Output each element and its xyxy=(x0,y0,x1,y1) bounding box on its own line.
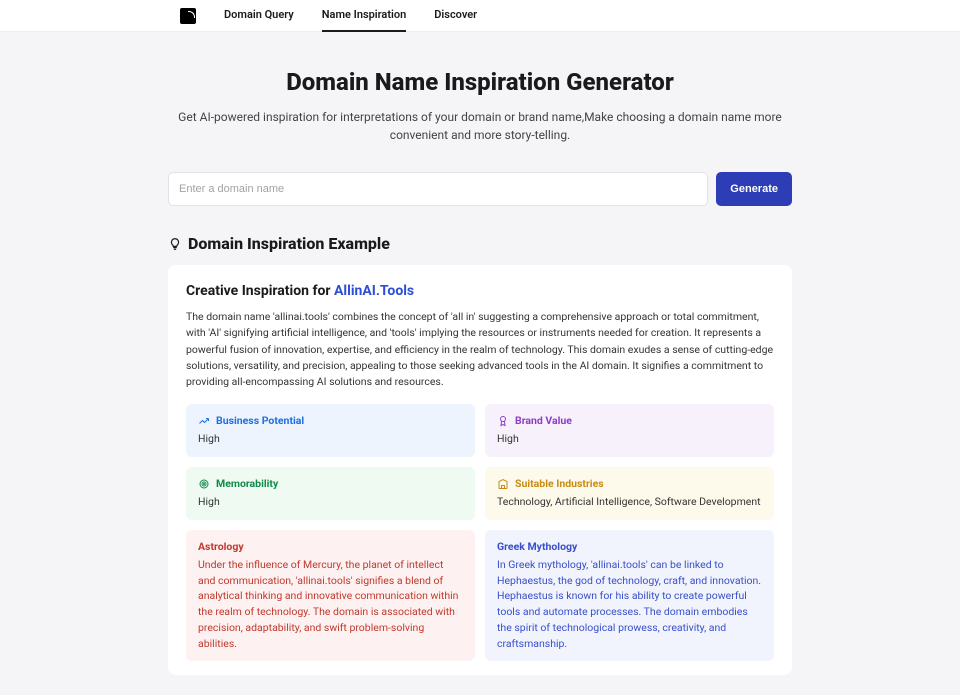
metric-astrology: Astrology Under the influence of Mercury… xyxy=(186,530,475,662)
trend-up-icon xyxy=(198,415,210,427)
nav-discover[interactable]: Discover xyxy=(434,0,477,32)
example-heading-text: Domain Inspiration Example xyxy=(188,234,390,253)
page-title: Domain Name Inspiration Generator xyxy=(168,68,792,96)
page-subtitle: Get AI-powered inspiration for interpret… xyxy=(168,108,792,144)
metric-greek-mythology: Greek Mythology In Greek mythology, 'all… xyxy=(485,530,774,662)
metric-suitable-industries: Suitable Industries Technology, Artifici… xyxy=(485,467,774,520)
nav-name-inspiration[interactable]: Name Inspiration xyxy=(322,0,407,32)
search-row: Generate xyxy=(168,172,792,206)
brand-link[interactable]: AllinAI.Tools xyxy=(334,283,414,299)
target-icon xyxy=(198,478,210,490)
example-card: Creative Inspiration for AllinAI.Tools T… xyxy=(168,265,792,675)
metric-brand-value: Brand Value High xyxy=(485,404,774,457)
building-icon xyxy=(497,478,509,490)
metric-memorability: Memorability High xyxy=(186,467,475,520)
metric-business-potential: Business Potential High xyxy=(186,404,475,457)
domain-input[interactable] xyxy=(168,172,708,206)
generate-button[interactable]: Generate xyxy=(716,172,792,206)
lightbulb-icon xyxy=(168,237,182,251)
inspiration-title: Creative Inspiration for AllinAI.Tools xyxy=(186,283,774,299)
example-heading: Domain Inspiration Example xyxy=(168,234,792,253)
top-nav: Domain Query Name Inspiration Discover xyxy=(0,0,960,32)
nav-domain-query[interactable]: Domain Query xyxy=(224,0,294,32)
logo[interactable] xyxy=(180,8,196,24)
inspiration-description: The domain name 'allinai.tools' combines… xyxy=(186,309,774,390)
award-icon xyxy=(497,415,509,427)
